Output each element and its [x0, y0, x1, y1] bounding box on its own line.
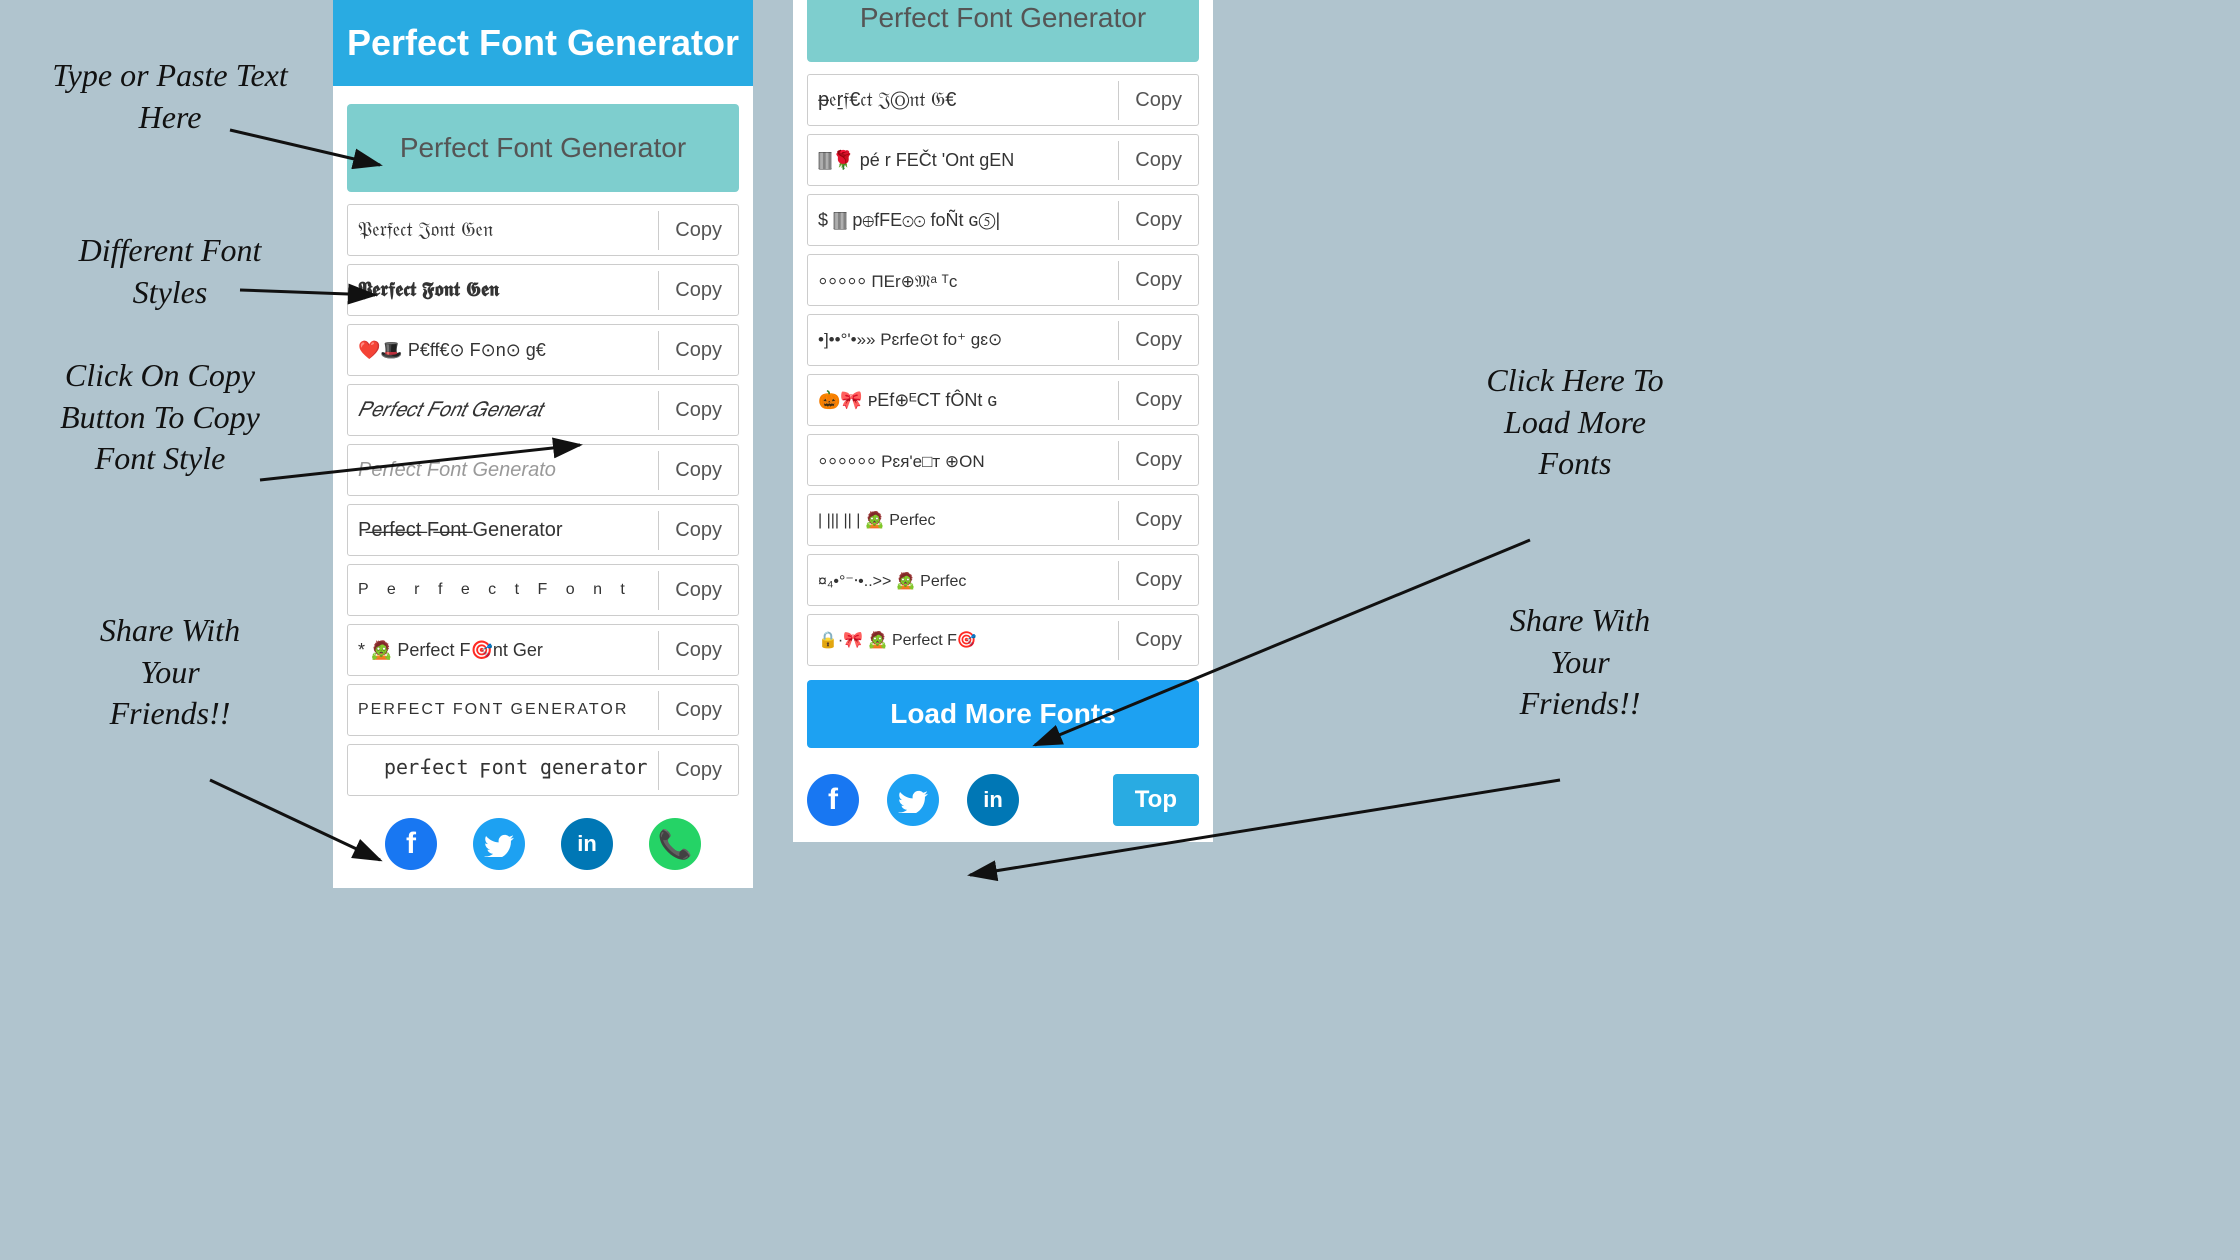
whatsapp-button[interactable]: 📞 [649, 818, 701, 870]
right-copy-button-5[interactable]: Copy [1118, 381, 1198, 420]
twitter-button[interactable] [473, 818, 525, 870]
font-preview-light-italic: Perfect Font Generato [348, 451, 658, 490]
right-font-preview-8: ¤₄•°⁻⸱•..>> 🧟 Perfec [808, 561, 1118, 599]
right-font-preview-4: •]••°'•»» Pɛrfe⊙t fo⁺ gɛ⊙ [808, 322, 1118, 358]
annotation-click-load: Click Here ToLoad MoreFonts [1425, 360, 1725, 485]
annotation-diff-fonts: Different FontStyles [30, 230, 310, 313]
annotation-type-paste: Type or Paste Text Here [30, 55, 310, 138]
font-row-italic: 𝑃𝑒𝑟𝑓𝑒𝑐𝑡 𝐹𝑜𝑛𝑡 𝐺𝑒𝑛𝑒𝑟𝑎𝑡 Copy [347, 384, 739, 436]
right-font-preview-9: 🔒·🎀 🧟 Perfect F🎯 [808, 622, 1118, 658]
font-preview-strikethrough: P̶e̶r̶f̶e̶c̶t̶ F̶o̶n̶t̶ Generator [348, 511, 658, 550]
copy-button-gothic[interactable]: Copy [658, 211, 738, 250]
right-font-preview-6: ⸰⸰⸰⸰⸰⸰ Pɛя'e□т ⊕ON [808, 441, 1118, 480]
copy-button-bold-gothic[interactable]: Copy [658, 271, 738, 310]
copy-button-upside[interactable]: Copy [658, 751, 738, 790]
copy-button-spaced[interactable]: Copy [658, 571, 738, 610]
right-font-row-5: 🎃🎀 ᴘEf⊕ᴱCT fÔNt ɢ Copy [807, 374, 1199, 426]
right-font-row-3: ⸰⸰⸰⸰⸰ ΠEr⊕𝔐ᵃ ᵀc Copy [807, 254, 1199, 306]
right-font-preview-1: 🀫🌹 pé r FEČt 'Ont gEN [808, 142, 1118, 179]
load-more-button[interactable]: Load More Fonts [807, 680, 1199, 748]
font-row-emoji1: ❤️🎩 P€ff€⊙ F⊙n⊙ g€ Copy [347, 324, 739, 376]
font-row-emoji2: * 🧟 Perfect F🎯nt Ger Copy [347, 624, 739, 676]
copy-button-emoji2[interactable]: Copy [658, 631, 738, 670]
copy-button-light-italic[interactable]: Copy [658, 451, 738, 490]
right-font-preview-3: ⸰⸰⸰⸰⸰ ΠEr⊕𝔐ᵃ ᵀc [808, 261, 1118, 300]
right-font-row-8: ¤₄•°⁻⸱•..>> 🧟 Perfec Copy [807, 554, 1199, 606]
right-copy-button-4[interactable]: Copy [1118, 321, 1198, 360]
font-preview-upside: ɹoʇɐɹǝuǝƃ ʇuoℲ ʇɔǝɟɹǝd [348, 750, 658, 790]
font-row-spaced: P e r f e c t F o n t Copy [347, 564, 739, 616]
linkedin-button[interactable]: in [561, 818, 613, 870]
right-social-bar: f in Top [793, 758, 1213, 842]
font-row-small-caps: PERFECT FONT GENERATOR Copy [347, 684, 739, 736]
annotation-share-left: Share WithYourFriends!! [40, 610, 300, 735]
font-row-partial-top: ᵽ𝔢ṟ𝔣€𝔠𝔱 𝔍Ⓞ𝔫𝔱 𝔊€ Copy [807, 74, 1199, 126]
right-copy-button-3[interactable]: Copy [1118, 261, 1198, 300]
right-panel: Perfect Font Generator Perfect Font Gene… [793, 0, 1213, 842]
right-copy-button-7[interactable]: Copy [1118, 501, 1198, 540]
annotation-click-copy: Click On CopyButton To CopyFont Style [15, 355, 305, 480]
right-font-preview-2: $ 🀫 p⊕fFE⊙⊙ foÑt ɢ⑤| [808, 202, 1118, 239]
right-copy-button-1[interactable]: Copy [1118, 141, 1198, 180]
left-panel-header: Perfect Font Generator [333, 0, 753, 86]
top-button[interactable]: Top [1113, 774, 1199, 826]
right-copy-button-2[interactable]: Copy [1118, 201, 1198, 240]
right-copy-button-8[interactable]: Copy [1118, 561, 1198, 600]
right-font-row-7: | ||| || | 🧟 Perfec Copy [807, 494, 1199, 546]
copy-button-strikethrough[interactable]: Copy [658, 511, 738, 550]
font-preview-emoji2: * 🧟 Perfect F🎯nt Ger [348, 632, 658, 669]
right-linkedin-button[interactable]: in [967, 774, 1019, 826]
text-input[interactable]: Perfect Font Generator [347, 104, 739, 192]
right-font-row-9: 🔒·🎀 🧟 Perfect F🎯 Copy [807, 614, 1199, 666]
font-preview-small-caps: PERFECT FONT GENERATOR [348, 693, 658, 727]
copy-button-partial-top[interactable]: Copy [1118, 81, 1198, 120]
left-panel: Perfect Font Generator Perfect Font Gene… [333, 0, 753, 888]
right-copy-button-6[interactable]: Copy [1118, 441, 1198, 480]
right-font-row-4: •]••°'•»» Pɛrfe⊙t fo⁺ gɛ⊙ Copy [807, 314, 1199, 366]
right-font-row-1: 🀫🌹 pé r FEČt 'Ont gEN Copy [807, 134, 1199, 186]
right-font-preview-5: 🎃🎀 ᴘEf⊕ᴱCT fÔNt ɢ [808, 382, 1118, 419]
facebook-button[interactable]: f [385, 818, 437, 870]
right-copy-button-9[interactable]: Copy [1118, 621, 1198, 660]
font-preview-bold-gothic: 𝕻𝖊𝖗𝖋𝖊𝖈𝖙 𝕱𝖔𝖓𝖙 𝕲𝖊𝖓 [348, 271, 658, 310]
copy-button-emoji1[interactable]: Copy [658, 331, 738, 370]
font-preview-italic: 𝑃𝑒𝑟𝑓𝑒𝑐𝑡 𝐹𝑜𝑛𝑡 𝐺𝑒𝑛𝑒𝑟𝑎𝑡 [348, 391, 658, 430]
font-row-gothic: 𝔓𝔢𝔯𝔣𝔢𝔠𝔱 𝔍𝔬𝔫𝔱 𝔊𝔢𝔫 Copy [347, 204, 739, 256]
right-font-preview-7: | ||| || | 🧟 Perfec [808, 502, 1118, 538]
copy-button-small-caps[interactable]: Copy [658, 691, 738, 730]
font-preview-gothic: 𝔓𝔢𝔯𝔣𝔢𝔠𝔱 𝔍𝔬𝔫𝔱 𝔊𝔢𝔫 [348, 211, 658, 250]
font-preview-spaced: P e r f e c t F o n t [348, 573, 658, 607]
left-social-bar: f in 📞 [333, 800, 753, 888]
right-text-input[interactable]: Perfect Font Generator [807, 0, 1199, 62]
font-preview-emoji1: ❤️🎩 P€ff€⊙ F⊙n⊙ g€ [348, 332, 658, 369]
right-font-row-2: $ 🀫 p⊕fFE⊙⊙ foÑt ɢ⑤| Copy [807, 194, 1199, 246]
font-row-upside: ɹoʇɐɹǝuǝƃ ʇuoℲ ʇɔǝɟɹǝd Copy [347, 744, 739, 796]
font-row-bold-gothic: 𝕻𝖊𝖗𝖋𝖊𝖈𝖙 𝕱𝖔𝖓𝖙 𝕲𝖊𝖓 Copy [347, 264, 739, 316]
font-row-strikethrough: P̶e̶r̶f̶e̶c̶t̶ F̶o̶n̶t̶ Generator Copy [347, 504, 739, 556]
right-facebook-button[interactable]: f [807, 774, 859, 826]
right-twitter-button[interactable] [887, 774, 939, 826]
font-row-light-italic: Perfect Font Generato Copy [347, 444, 739, 496]
font-preview-partial-top: ᵽ𝔢ṟ𝔣€𝔠𝔱 𝔍Ⓞ𝔫𝔱 𝔊€ [808, 81, 1118, 120]
right-font-row-6: ⸰⸰⸰⸰⸰⸰ Pɛя'e□т ⊕ON Copy [807, 434, 1199, 486]
annotation-share-right: Share WithYourFriends!! [1440, 600, 1720, 725]
copy-button-italic[interactable]: Copy [658, 391, 738, 430]
